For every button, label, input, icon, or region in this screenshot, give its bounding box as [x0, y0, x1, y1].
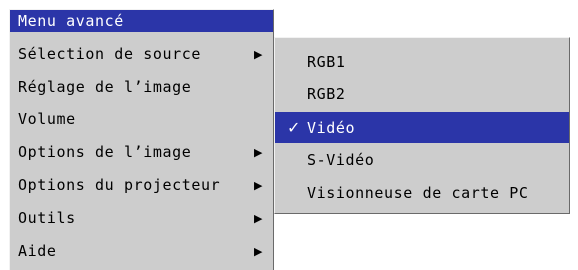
menu-item-label: Volume — [18, 110, 76, 128]
menu-item-projector-options[interactable]: Options du projecteur ▶ — [10, 170, 273, 201]
submenu-item-label: RGB2 — [307, 85, 346, 103]
submenu-item-label: S-Vidéo — [307, 151, 375, 169]
menu-item-label: Options du projecteur — [18, 176, 221, 194]
menu-title: Menu avancé — [10, 10, 273, 32]
menu-item-label: Aide — [18, 242, 57, 260]
submenu-item-rgb1[interactable]: RGB1 — [275, 47, 569, 78]
submenu-item-label: Visionneuse de carte PC — [307, 184, 529, 202]
menu-item-label: Options de l’image — [18, 143, 192, 161]
submenu-item-label: Vidéo — [307, 119, 356, 137]
submenu-item-video[interactable]: ✓ Vidéo — [275, 112, 569, 143]
menu-item-help[interactable]: Aide ▶ — [10, 236, 273, 267]
chevron-right-icon: ▶ — [253, 146, 263, 159]
submenu-item-pc-card-viewer[interactable]: Visionneuse de carte PC — [275, 178, 569, 209]
chevron-right-icon: ▶ — [253, 245, 263, 258]
menu-item-image-options[interactable]: Options de l’image ▶ — [10, 137, 273, 168]
checkmark-icon: ✓ — [287, 118, 302, 137]
submenu-item-s-video[interactable]: S-Vidéo — [275, 145, 569, 176]
menu-item-label: Sélection de source — [18, 45, 201, 63]
menu-item-label: Réglage de l’image — [18, 78, 192, 96]
menu-item-tools[interactable]: Outils ▶ — [10, 203, 273, 234]
submenu-item-rgb2[interactable]: RGB2 — [275, 79, 569, 110]
source-submenu: RGB1 RGB2 ✓ Vidéo S-Vidéo Visionneuse de … — [274, 37, 570, 214]
menu-item-picture-adjust[interactable]: Réglage de l’image — [10, 72, 273, 103]
chevron-right-icon: ▶ — [253, 48, 263, 61]
menu-item-volume[interactable]: Volume — [10, 104, 273, 135]
chevron-right-icon: ▶ — [253, 212, 263, 225]
submenu-item-label: RGB1 — [307, 53, 346, 71]
advanced-menu: Menu avancé Sélection de source ▶ Réglag… — [9, 9, 274, 270]
menu-item-label: Outils — [18, 209, 76, 227]
menu-item-source-selection[interactable]: Sélection de source ▶ — [10, 39, 273, 70]
chevron-right-icon: ▶ — [253, 179, 263, 192]
